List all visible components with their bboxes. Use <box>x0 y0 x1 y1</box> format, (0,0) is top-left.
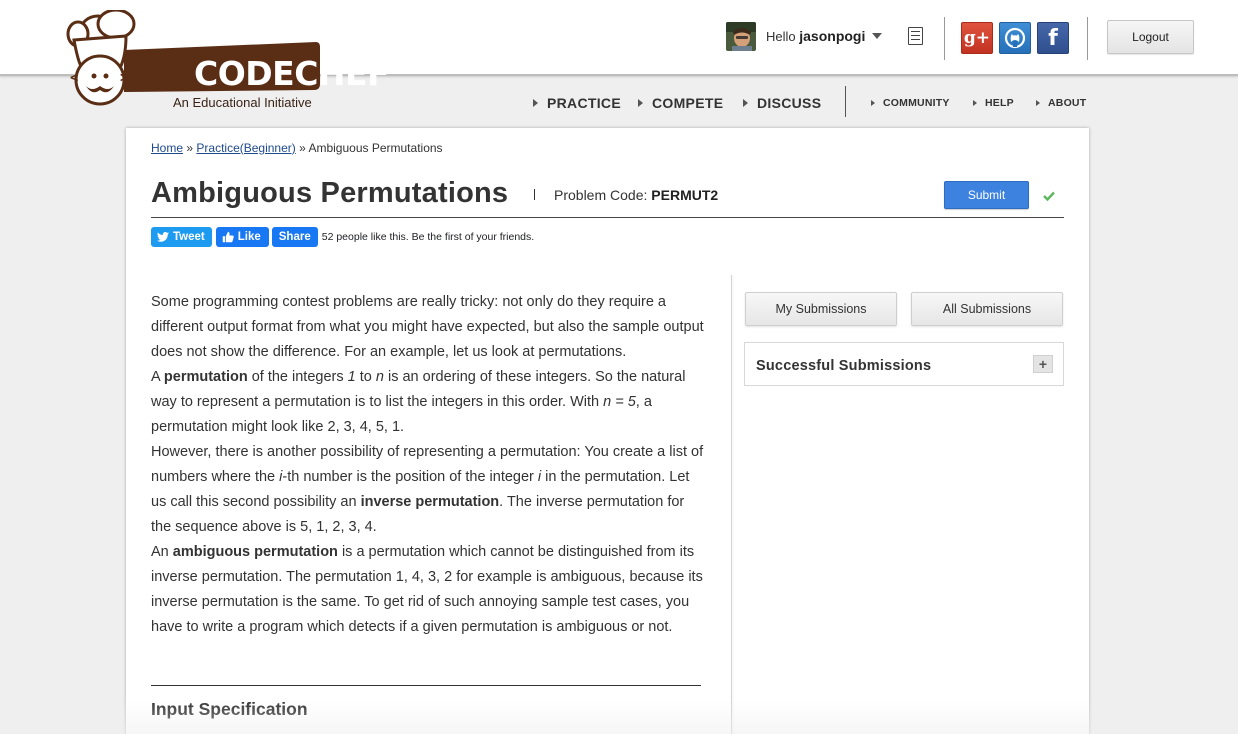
github-octocat-icon <box>1004 27 1026 49</box>
nav-about[interactable]: ABOUT <box>1036 97 1086 109</box>
thumbs-up-icon <box>222 231 234 243</box>
logo-subtitle: An Educational Initiative <box>173 95 312 110</box>
nav-discuss[interactable]: DISCUSS <box>743 95 821 111</box>
logout-button[interactable]: Logout <box>1107 20 1194 54</box>
logo-wordmark: CODECHEF <box>194 54 390 93</box>
expand-plus-icon[interactable]: + <box>1033 355 1053 373</box>
statement-paragraph: However, there is another possibility of… <box>151 444 704 535</box>
successful-submissions-title: Successful Submissions <box>756 358 932 374</box>
my-submissions-button[interactable]: My Submissions <box>745 292 897 326</box>
username: jasonpogi <box>799 28 866 44</box>
input-spec-heading: Input Specification <box>151 699 308 719</box>
nav-practice[interactable]: PRACTICE <box>533 95 621 111</box>
submit-button[interactable]: Submit <box>944 181 1029 209</box>
statement-paragraph: A permutation of the integers 1 to n is … <box>151 369 686 435</box>
tweet-button[interactable]: Tweet <box>151 227 212 247</box>
play-arrow-icon <box>743 99 748 107</box>
nav-divider <box>845 86 846 117</box>
nav-community[interactable]: COMMUNITY <box>871 97 950 109</box>
title-divider <box>534 189 535 200</box>
breadcrumb-home-link[interactable]: Home <box>151 141 183 155</box>
likes-count-text: 52 people like this. Be the first of you… <box>321 231 535 243</box>
avatar[interactable] <box>726 21 756 51</box>
facebook-icon[interactable]: f <box>1037 22 1069 54</box>
svg-text:<: < <box>70 70 78 86</box>
breadcrumb-practice-link[interactable]: Practice(Beginner) <box>196 141 295 155</box>
problem-card: Home » Practice(Beginner) » Ambiguous Pe… <box>126 128 1089 734</box>
statement-paragraph: Some programming contest problems are re… <box>151 294 704 360</box>
breadcrumb-current: Ambiguous Permutations <box>308 141 443 155</box>
twitter-bird-icon <box>157 232 169 242</box>
play-arrow-icon <box>638 99 643 107</box>
svg-text:>: > <box>120 70 128 86</box>
section-divider <box>151 685 701 686</box>
nav-help[interactable]: HELP <box>973 97 1014 109</box>
play-arrow-icon <box>1036 100 1040 106</box>
greeting: Hello jasonpogi <box>766 28 866 44</box>
successful-submissions-panel[interactable]: Successful Submissions + <box>744 342 1064 386</box>
github-icon[interactable] <box>999 22 1031 54</box>
page-title: Ambiguous Permutations <box>151 177 509 209</box>
user-photo-icon <box>726 21 756 51</box>
problem-statement: Some programming contest problems are re… <box>151 290 706 640</box>
google-plus-icon[interactable]: g+ <box>961 22 993 54</box>
codechef-logo[interactable]: < > CODECHEF An Educational Initiative <box>66 10 390 110</box>
play-arrow-icon <box>973 100 977 106</box>
chevron-down-icon[interactable] <box>872 33 883 39</box>
check-icon <box>1043 191 1055 201</box>
facebook-like-button[interactable]: Like <box>215 227 269 247</box>
breadcrumb: Home » Practice(Beginner) » Ambiguous Pe… <box>151 141 443 155</box>
header-divider <box>1087 17 1088 60</box>
user-menu[interactable]: Hello jasonpogi <box>726 21 883 51</box>
column-divider <box>731 275 732 734</box>
notepad-icon[interactable] <box>908 27 923 45</box>
facebook-share-button[interactable]: Share <box>271 227 318 247</box>
header-divider <box>944 17 945 60</box>
all-submissions-button[interactable]: All Submissions <box>911 292 1063 326</box>
play-arrow-icon <box>533 99 538 107</box>
title-underline <box>151 217 1064 218</box>
play-arrow-icon <box>871 100 875 106</box>
problem-code: Problem Code: PERMUT2 <box>554 187 719 203</box>
statement-paragraph: An ambiguous permutation is a permutatio… <box>151 544 703 635</box>
share-bar: Tweet Like Share 52 people like this. Be… <box>151 227 534 247</box>
nav-compete[interactable]: COMPETE <box>638 95 723 111</box>
